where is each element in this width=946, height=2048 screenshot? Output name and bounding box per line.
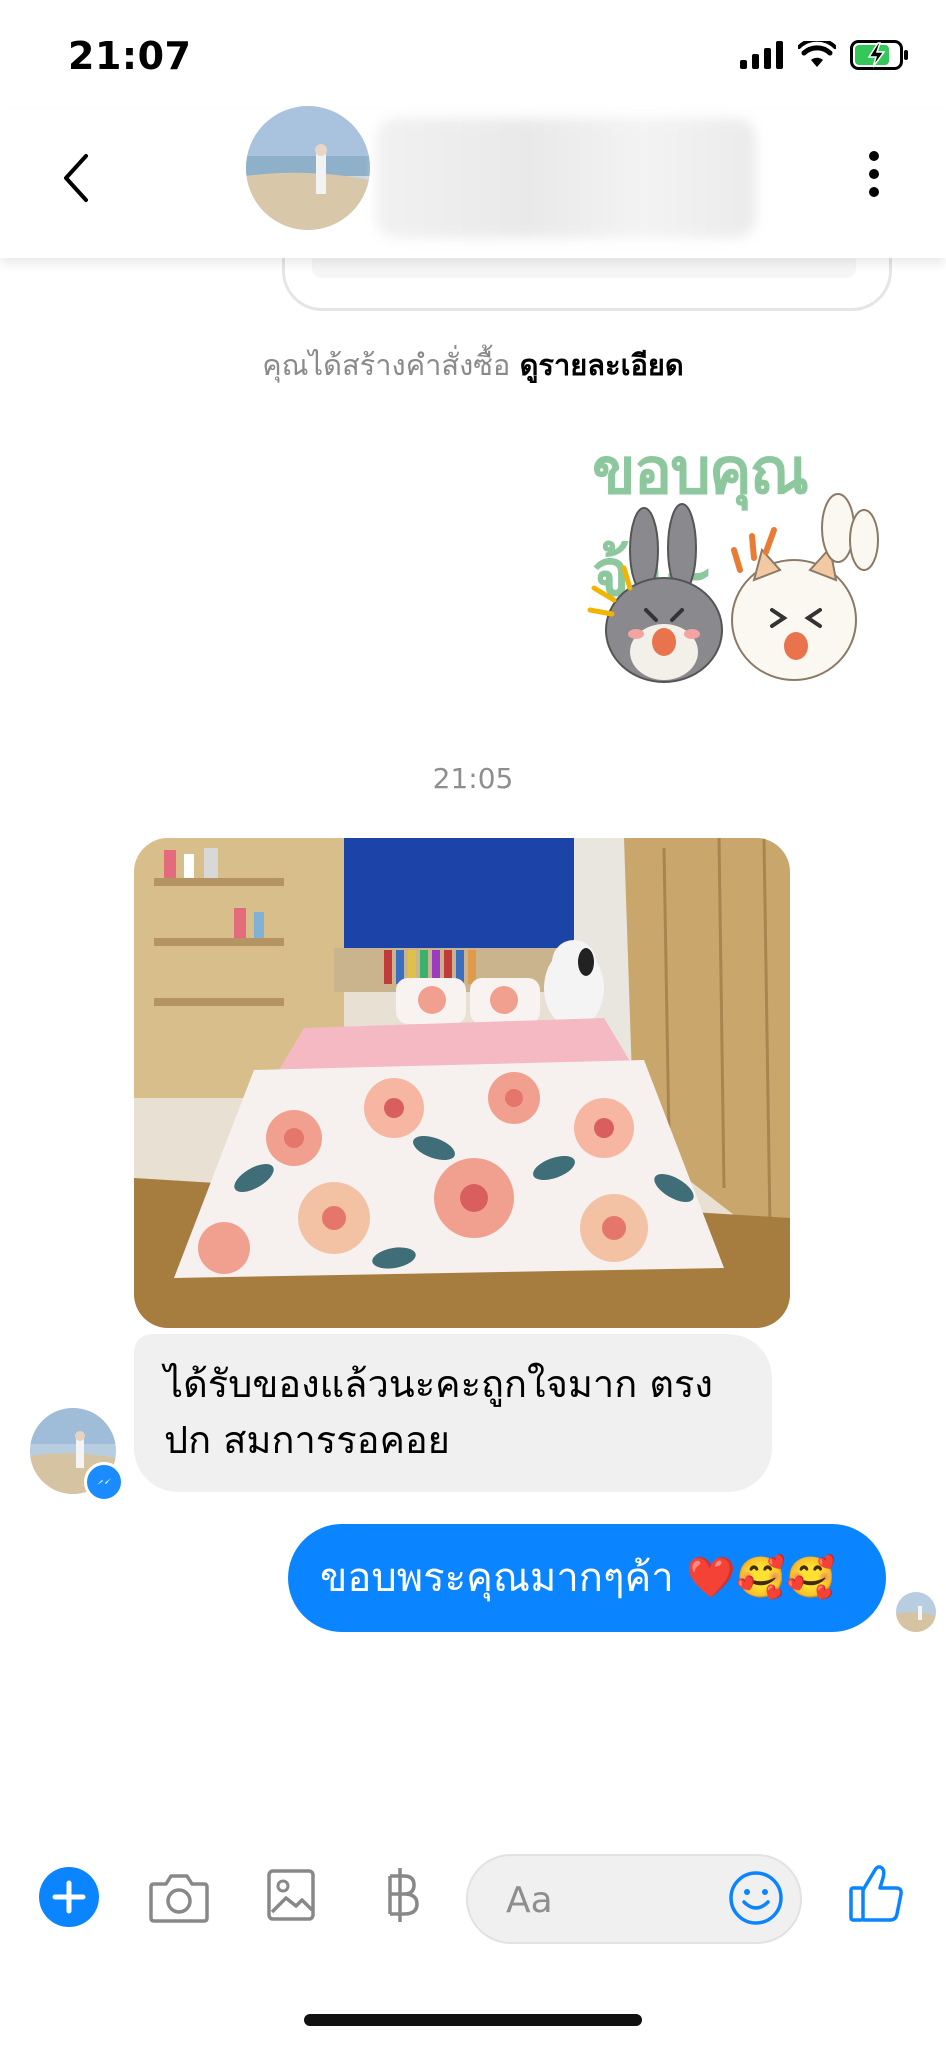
more-vertical-icon[interactable] [864, 144, 884, 204]
battery-charging-icon [850, 40, 908, 70]
status-bar: 21:07 [0, 0, 946, 110]
sticker-characters [587, 493, 879, 683]
conversation-header [0, 106, 946, 258]
view-details-link[interactable]: ดูรายละเอียด [520, 348, 684, 382]
message-composer [0, 1842, 946, 1952]
received-message-text: ได้รับของแล้วนะคะถูกใจมาก ตรงปก สมการรอค… [164, 1362, 713, 1462]
sent-message-text: ขอบพระคุณมากๆค้า ❤️🥰🥰 [320, 1555, 836, 1601]
status-icons [740, 40, 910, 70]
baht-icon[interactable] [382, 1864, 422, 1926]
thumbs-up-icon[interactable] [848, 1862, 904, 1924]
sent-message-bubble[interactable]: ขอบพระคุณมากๆค้า ❤️🥰🥰 [288, 1524, 886, 1632]
cellular-signal-icon [740, 41, 783, 69]
message-input[interactable] [504, 1856, 728, 1944]
message-input-wrapper [466, 1854, 802, 1944]
emoji-icon[interactable] [726, 1868, 786, 1928]
status-time: 21:07 [68, 34, 192, 78]
camera-icon[interactable] [148, 1870, 210, 1924]
chevron-left-icon[interactable] [56, 148, 96, 208]
message-timestamp: 21:05 [432, 762, 514, 795]
order-note-text: คุณได้สร้างคำสั่งซื้อ [262, 348, 511, 382]
sticker-message[interactable]: ขอบคุณจ้า~ [584, 420, 884, 710]
home-indicator[interactable] [304, 2014, 642, 2026]
messenger-badge-icon [84, 1462, 124, 1502]
wifi-icon [798, 41, 836, 67]
photo-message-bedroom[interactable] [134, 838, 790, 1328]
received-message-bubble[interactable]: ได้รับของแล้วนะคะถูกใจมาก ตรงปก สมการรอค… [134, 1334, 772, 1492]
seen-receipt-avatar [896, 1592, 936, 1632]
plus-icon[interactable] [38, 1866, 100, 1928]
contact-name-redacted [376, 118, 756, 238]
order-created-note: คุณได้สร้างคำสั่งซื้อ ดูรายละเอียด [0, 342, 946, 388]
contact-avatar[interactable] [246, 106, 370, 230]
gallery-icon[interactable] [266, 1868, 316, 1922]
